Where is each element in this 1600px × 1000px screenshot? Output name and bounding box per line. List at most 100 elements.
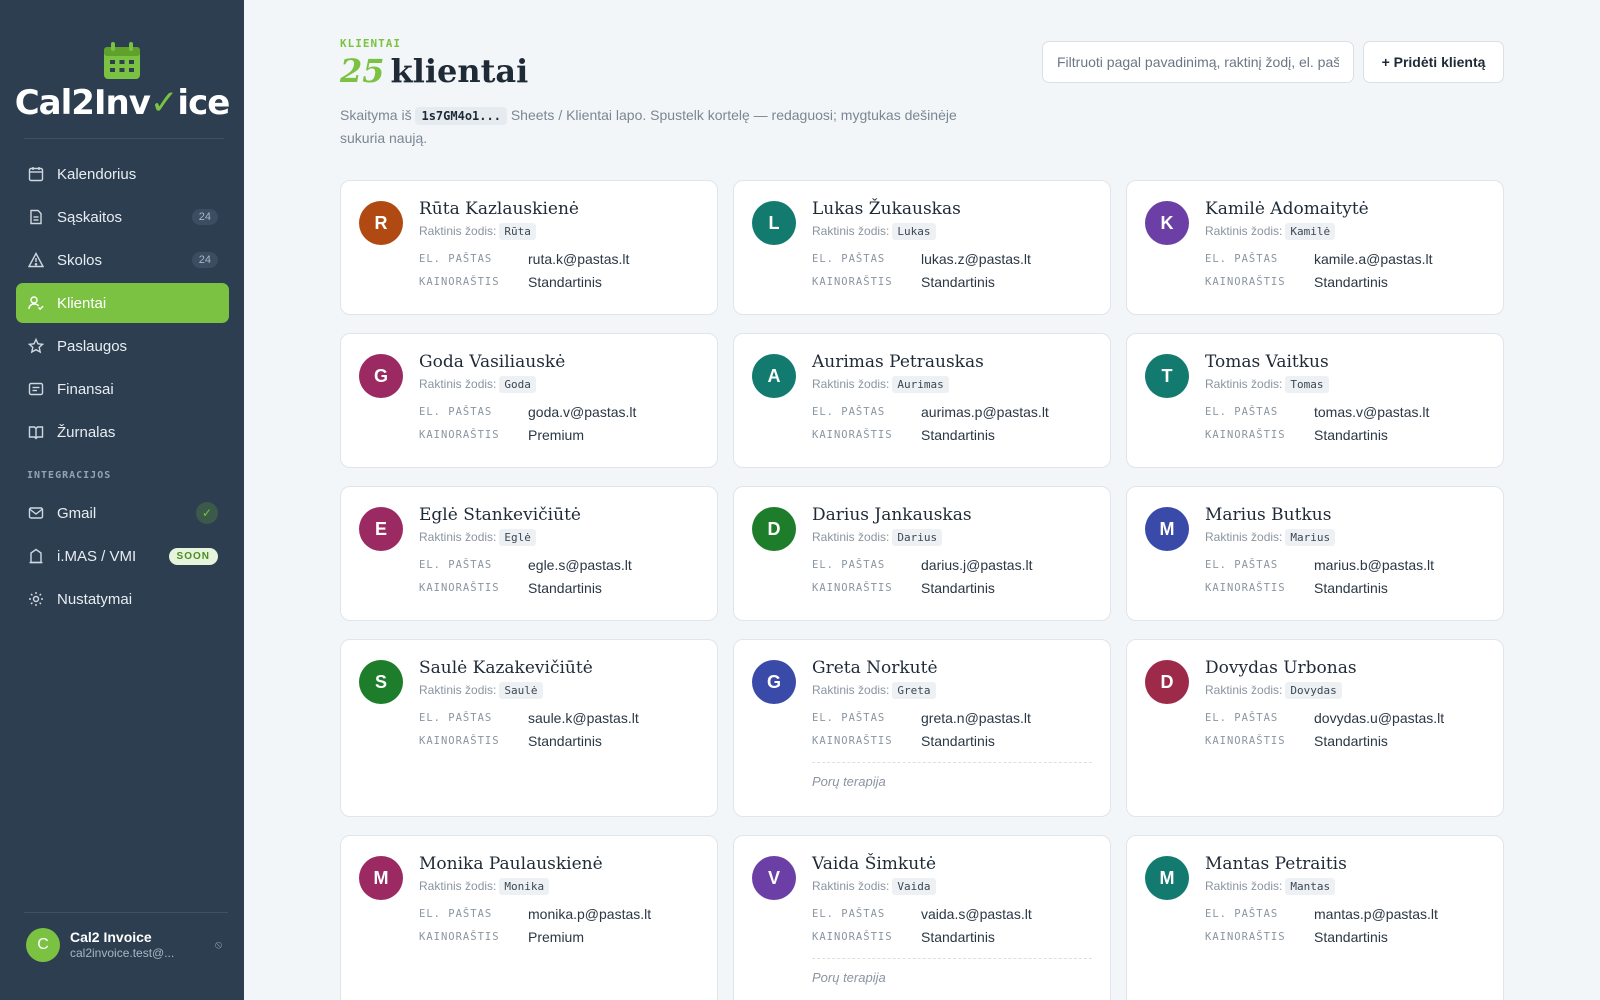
client-name: Darius Jankauskas bbox=[812, 505, 972, 525]
client-pricelist-row: KAINORAŠTIS Standartinis bbox=[1205, 729, 1485, 752]
client-card[interactable]: S Saulė Kazakevičiūtė Raktinis žodis: Saulė… bbox=[340, 639, 718, 817]
client-email: goda.v@pastas.lt bbox=[528, 403, 637, 420]
pricelist-label: KAINORAŠTIS bbox=[419, 734, 500, 747]
pricelist-label: KAINORAŠTIS bbox=[812, 930, 893, 943]
client-name: Rūta Kazlauskienė bbox=[419, 199, 579, 219]
sidebar-item-label: Gmail bbox=[57, 504, 97, 522]
email-label: EL. PAŠTAS bbox=[419, 907, 493, 920]
client-keyword: Raktinis žodis: Darius bbox=[812, 529, 1092, 546]
book-icon bbox=[27, 423, 45, 441]
client-name: Mantas Petraitis bbox=[1205, 854, 1347, 874]
sidebar-item-label: Žurnalas bbox=[57, 423, 116, 441]
client-card[interactable]: M Marius Butkus Raktinis žodis: Marius EL. P… bbox=[1126, 486, 1504, 621]
client-avatar: R bbox=[359, 201, 403, 245]
email-label: EL. PAŠTAS bbox=[1205, 711, 1279, 724]
client-email-row: EL. PAŠTAS aurimas.p@pastas.lt bbox=[812, 400, 1092, 423]
search-input[interactable] bbox=[1042, 41, 1354, 83]
gear-icon bbox=[27, 590, 45, 608]
client-card[interactable]: R Rūta Kazlauskienė Raktinis žodis: Rūta EL.… bbox=[340, 180, 718, 315]
user-profile[interactable]: C Cal2 Invoice cal2invoice.test@... ⦸ bbox=[26, 928, 222, 962]
client-pricelist-row: KAINORAŠTIS Standartinis bbox=[812, 270, 1092, 293]
client-email-row: EL. PAŠTAS marius.b@pastas.lt bbox=[1205, 553, 1485, 576]
client-pricelist-row: KAINORAŠTIS Standartinis bbox=[1205, 576, 1485, 599]
client-keyword: Raktinis žodis: Aurimas bbox=[812, 376, 1092, 393]
sidebar-item-skolos[interactable]: Skolos 24 bbox=[16, 240, 229, 280]
client-card[interactable]: T Tomas Vaitkus Raktinis žodis: Tomas EL. PA… bbox=[1126, 333, 1504, 468]
client-avatar: G bbox=[752, 660, 796, 704]
email-label: EL. PAŠTAS bbox=[812, 711, 886, 724]
client-email-row: EL. PAŠTAS goda.v@pastas.lt bbox=[419, 400, 699, 423]
client-email-row: EL. PAŠTAS kamile.a@pastas.lt bbox=[1205, 247, 1485, 270]
document-icon bbox=[27, 208, 45, 226]
sidebar-item-finansai[interactable]: Finansai bbox=[16, 369, 229, 409]
brand-check-icon: ✓ bbox=[149, 83, 178, 123]
sidebar-item-imas-vmi[interactable]: i.MAS / VMI SOON bbox=[16, 536, 229, 576]
client-card[interactable]: E Eglė Stankevičiūtė Raktinis žodis: Eglė EL… bbox=[340, 486, 718, 621]
client-card[interactable]: G Greta Norkutė Raktinis žodis: Greta EL. PA… bbox=[733, 639, 1111, 817]
client-card[interactable]: D Darius Jankauskas Raktinis žodis: Darius E… bbox=[733, 486, 1111, 621]
client-card[interactable]: M Mantas Petraitis Raktinis žodis: Mantas EL… bbox=[1126, 835, 1504, 1000]
client-card[interactable]: K Kamilė Adomaitytė Raktinis žodis: Kamilė E… bbox=[1126, 180, 1504, 315]
client-name: Marius Butkus bbox=[1205, 505, 1332, 525]
client-pricelist-row: KAINORAŠTIS Premium bbox=[419, 925, 699, 948]
client-email: kamile.a@pastas.lt bbox=[1314, 250, 1433, 267]
email-label: EL. PAŠTAS bbox=[419, 558, 493, 571]
sidebar-item-label: i.MAS / VMI bbox=[57, 547, 137, 565]
sidebar-item-kalendorius[interactable]: Kalendorius bbox=[16, 154, 229, 194]
client-pricelist: Standartinis bbox=[921, 273, 995, 290]
sidebar-item-label: Finansai bbox=[57, 380, 114, 398]
email-label: EL. PAŠTAS bbox=[812, 558, 886, 571]
sidebar-item-label: Nustatymai bbox=[57, 590, 133, 608]
client-email-row: EL. PAŠTAS dovydas.u@pastas.lt bbox=[1205, 706, 1485, 729]
client-card[interactable]: D Dovydas Urbonas Raktinis žodis: Dovydas EL… bbox=[1126, 639, 1504, 817]
client-pricelist-row: KAINORAŠTIS Standartinis bbox=[419, 576, 699, 599]
client-avatar: M bbox=[359, 856, 403, 900]
logout-icon[interactable]: ⦸ bbox=[215, 939, 222, 952]
app-logo[interactable]: Cal2Inv✓ice bbox=[0, 40, 244, 123]
sidebar-item-nustatymai[interactable]: Nustatymai bbox=[16, 579, 229, 619]
client-pricelist-row: KAINORAŠTIS Standartinis bbox=[1205, 423, 1485, 446]
client-name: Vaida Šimkutė bbox=[812, 854, 937, 874]
client-card[interactable]: G Goda Vasiliauskė Raktinis žodis: Goda EL. … bbox=[340, 333, 718, 468]
sidebar-item-gmail[interactable]: Gmail ✓ bbox=[16, 493, 229, 533]
keyword-value: Marius bbox=[1285, 529, 1336, 546]
client-pricelist: Standartinis bbox=[1314, 273, 1388, 290]
client-card[interactable]: M Monika Paulauskienė Raktinis žodis: Monik… bbox=[340, 835, 718, 1000]
client-card[interactable]: L Lukas Žukauskas Raktinis žodis: Lukas EL. … bbox=[733, 180, 1111, 315]
client-card[interactable]: V Vaida Šimkutė Raktinis žodis: Vaida EL. PA… bbox=[733, 835, 1111, 1000]
client-card[interactable]: A Aurimas Petrauskas Raktinis žodis: Aurima… bbox=[733, 333, 1111, 468]
pricelist-label: KAINORAŠTIS bbox=[812, 428, 893, 441]
client-email-row: EL. PAŠTAS egle.s@pastas.lt bbox=[419, 553, 699, 576]
client-pricelist: Standartinis bbox=[1314, 426, 1388, 443]
star-icon bbox=[27, 337, 45, 355]
client-email: aurimas.p@pastas.lt bbox=[921, 403, 1049, 420]
sidebar-item-paslaugos[interactable]: Paslaugos bbox=[16, 326, 229, 366]
user-meta: Cal2 Invoice cal2invoice.test@... bbox=[70, 929, 215, 961]
sidebar-item-saskaitos[interactable]: Sąskaitos 24 bbox=[16, 197, 229, 237]
keyword-value: Monika bbox=[499, 878, 550, 895]
brand-wordmark: Cal2Inv✓ice bbox=[14, 83, 231, 123]
integrations-section-label: INTEGRACIJOS bbox=[27, 470, 112, 481]
pricelist-label: KAINORAŠTIS bbox=[1205, 275, 1286, 288]
add-client-button[interactable]: + Pridėti klientą bbox=[1363, 41, 1504, 83]
pricelist-label: KAINORAŠTIS bbox=[812, 275, 893, 288]
sidebar-item-label: Klientai bbox=[57, 294, 107, 312]
sheet-id: 1s7GM4o1... bbox=[415, 107, 507, 125]
email-label: EL. PAŠTAS bbox=[1205, 405, 1279, 418]
email-label: EL. PAŠTAS bbox=[1205, 907, 1279, 920]
client-avatar: M bbox=[1145, 856, 1189, 900]
client-email: monika.p@pastas.lt bbox=[528, 905, 652, 922]
client-keyword: Raktinis žodis: Tomas bbox=[1205, 376, 1485, 393]
sidebar-item-klientai[interactable]: Klientai bbox=[16, 283, 229, 323]
pricelist-label: KAINORAŠTIS bbox=[419, 428, 500, 441]
client-keyword: Raktinis žodis: Dovydas bbox=[1205, 682, 1485, 699]
keyword-value: Dovydas bbox=[1285, 682, 1342, 699]
sidebar-item-zurnalas[interactable]: Žurnalas bbox=[16, 412, 229, 452]
client-avatar: S bbox=[359, 660, 403, 704]
client-name: Dovydas Urbonas bbox=[1205, 658, 1357, 678]
keyword-value: Aurimas bbox=[892, 376, 949, 393]
keyword-value: Mantas bbox=[1285, 878, 1336, 895]
pricelist-label: KAINORAŠTIS bbox=[1205, 581, 1286, 594]
email-label: EL. PAŠTAS bbox=[419, 405, 493, 418]
page-title-text: klientai bbox=[390, 52, 529, 90]
